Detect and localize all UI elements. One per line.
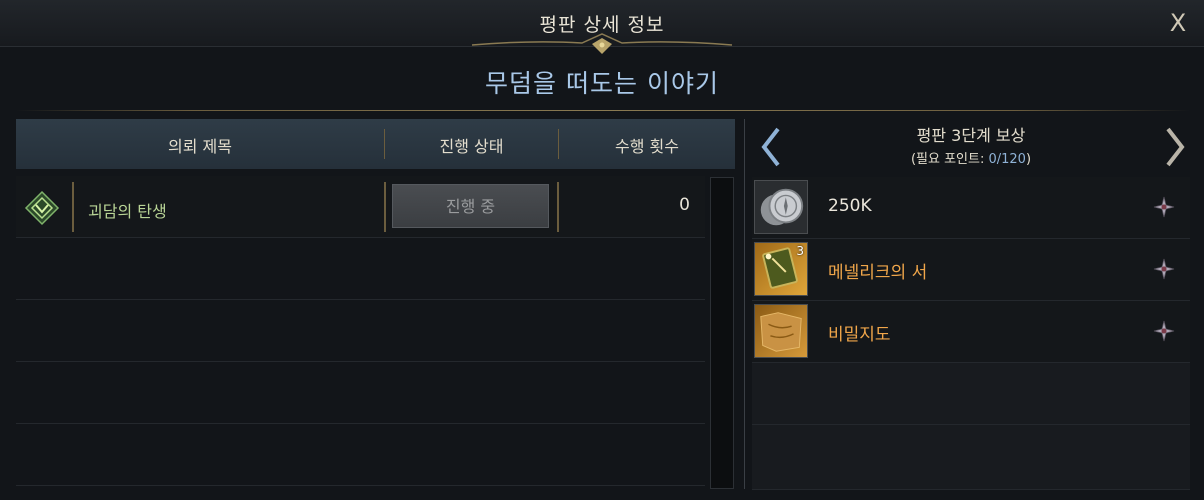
divider — [16, 110, 1190, 111]
item-quantity: 3 — [796, 244, 804, 258]
reward-item[interactable]: 250K — [752, 177, 1190, 239]
reward-tier-title: 평판 3단계 보상 — [916, 126, 1026, 145]
reward-name: 메넬리크의 서 — [828, 263, 928, 283]
required-points-close: ) — [1025, 152, 1032, 167]
cell-separator — [72, 182, 74, 232]
cell-separator — [384, 182, 386, 232]
reward-empty-slot — [752, 425, 1190, 490]
table-row — [16, 238, 705, 300]
title-ornament-icon — [471, 33, 733, 54]
compass-star-icon[interactable] — [1152, 195, 1176, 219]
silver-coin-icon — [754, 180, 808, 234]
treasure-map-icon — [754, 304, 808, 358]
compass-star-icon[interactable] — [1152, 257, 1176, 281]
close-button[interactable]: X — [1164, 8, 1192, 38]
panel-divider — [744, 119, 745, 489]
table-row[interactable]: 괴담의 탄생 진행 중 0 — [16, 176, 705, 238]
header-quest-title: 의뢰 제목 — [168, 137, 232, 156]
quest-emblem-icon — [24, 190, 60, 226]
table-row — [16, 300, 705, 362]
header-count: 수행 횟수 — [615, 137, 679, 156]
reward-item[interactable]: 비밀지도 — [752, 301, 1190, 363]
required-points: (필요 포인트: 0/120) — [752, 148, 1190, 167]
reward-item[interactable]: 3 메넬리크의 서 — [752, 239, 1190, 301]
cell-separator — [557, 182, 559, 232]
header-status: 진행 상태 — [439, 137, 504, 156]
reward-empty-slot — [752, 363, 1190, 425]
reputation-subtitle: 무덤을 떠도는 이야기 — [485, 69, 719, 98]
required-points-label: (필요 포인트: — [910, 152, 989, 167]
reward-name: 비밀지도 — [828, 325, 891, 345]
quest-table-header: 의뢰 제목 진행 상태 수행 횟수 — [16, 119, 735, 169]
reputation-detail-modal: 평판 상세 정보 X 무덤을 떠도는 이야기 의뢰 제목 진행 상태 수행 횟수… — [0, 0, 1204, 500]
reward-header: 평판 3단계 보상 (필요 포인트: 0/120) — [752, 119, 1190, 175]
quest-title: 괴담의 탄생 — [88, 202, 167, 221]
compass-star-icon[interactable] — [1152, 319, 1176, 343]
book-icon-frame: 3 — [754, 242, 808, 296]
status-button[interactable]: 진행 중 — [392, 184, 549, 228]
required-points-value: 0/120 — [988, 152, 1026, 167]
table-row — [16, 424, 705, 486]
reward-name: 250K — [828, 196, 872, 216]
next-arrow-icon[interactable] — [1160, 125, 1190, 169]
completion-count: 0 — [679, 195, 690, 215]
table-row — [16, 362, 705, 424]
table-scrollbar[interactable] — [710, 177, 734, 489]
